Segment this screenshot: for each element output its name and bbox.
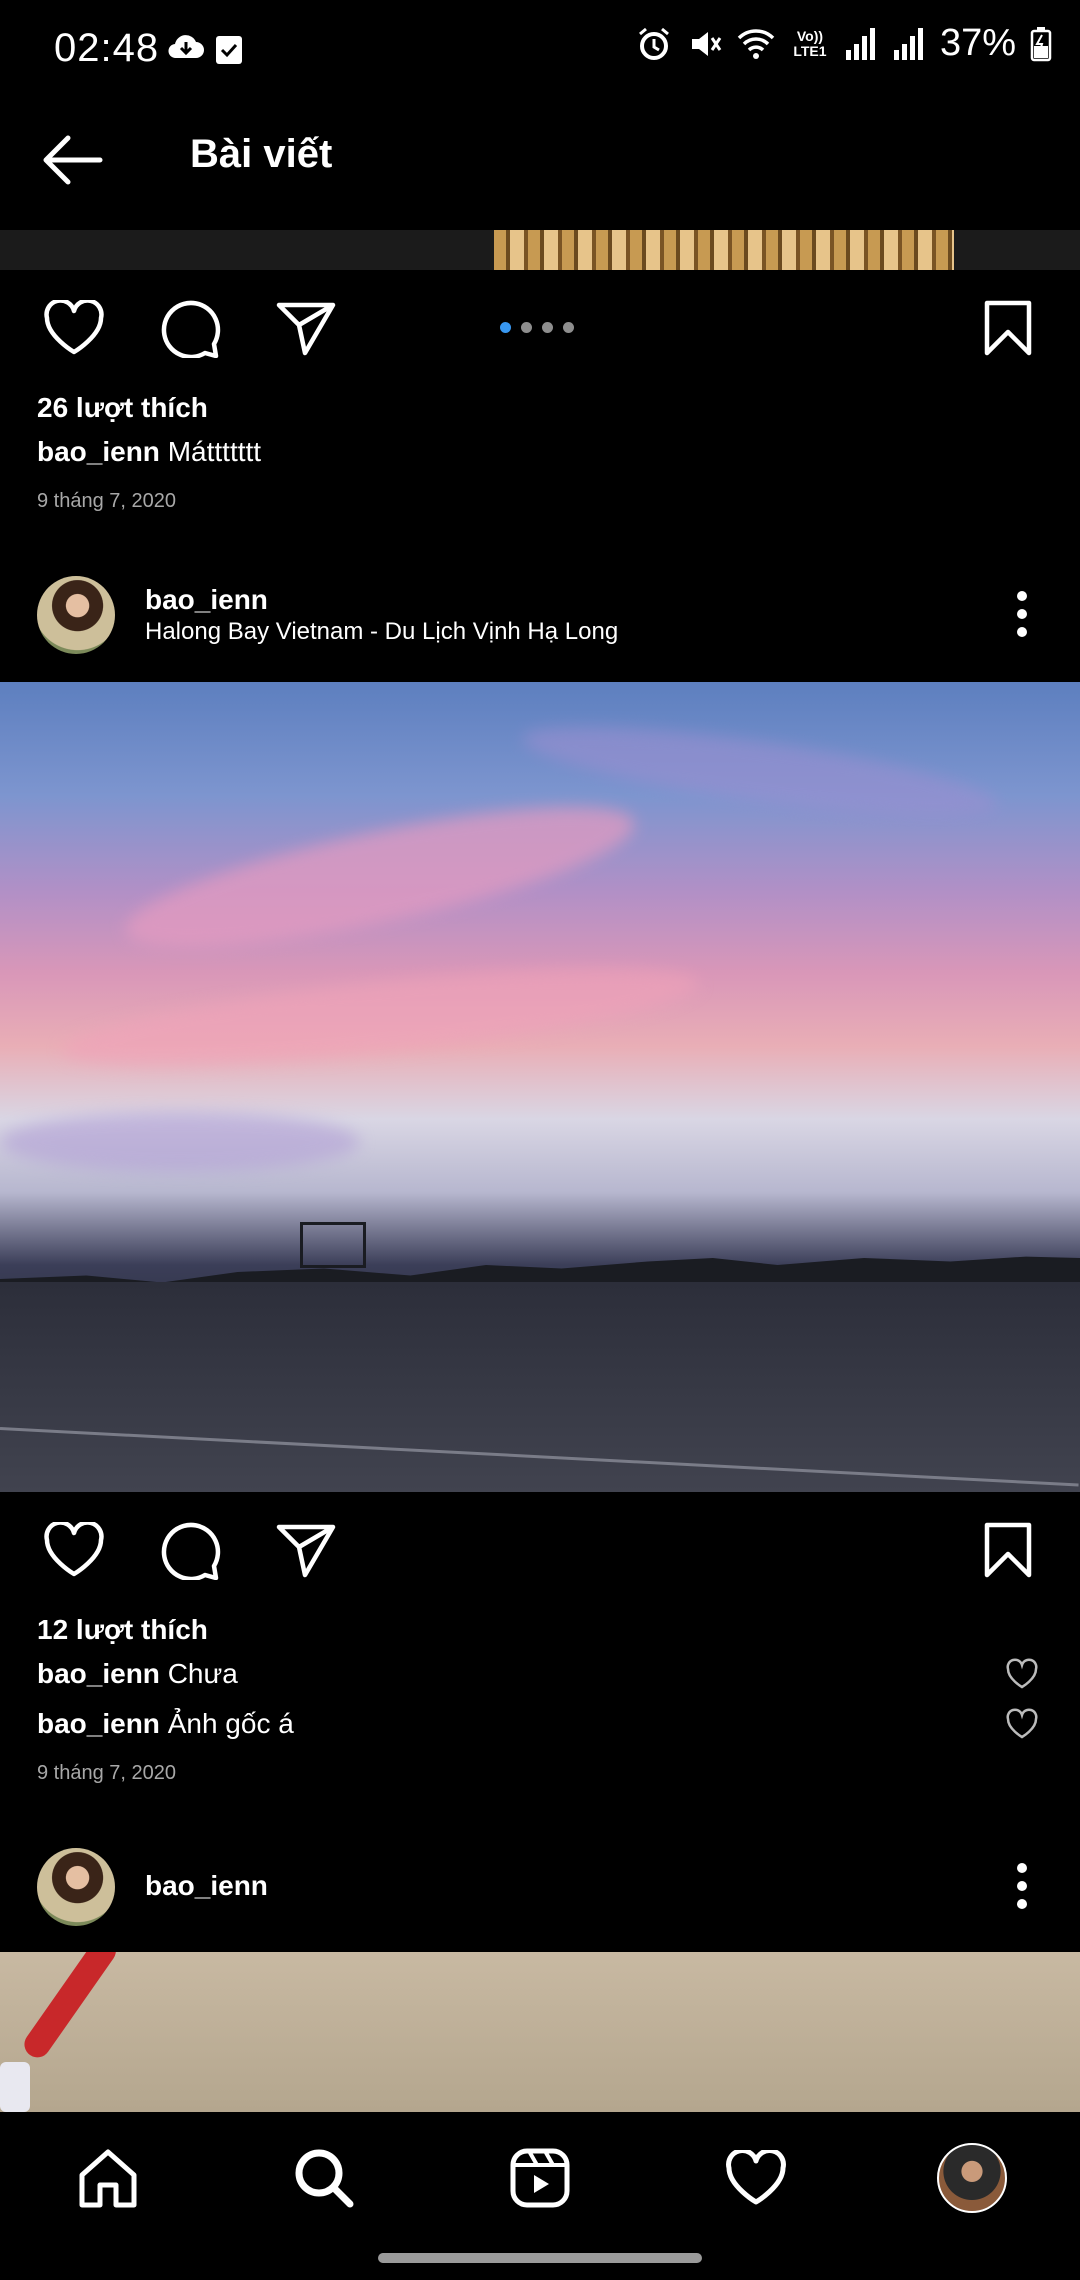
back-arrow-icon[interactable]	[40, 134, 104, 186]
mute-icon	[691, 31, 722, 56]
battery-percent: 37%	[939, 22, 1016, 64]
post-photo-sunset[interactable]	[0, 682, 1080, 1492]
like-count[interactable]: 12 lượt thích	[37, 1614, 208, 1646]
carousel-dot	[542, 322, 553, 333]
comment-username[interactable]: bao_ienn	[37, 1708, 160, 1739]
comment-text: Chưa	[167, 1658, 238, 1689]
post-photo-partial[interactable]	[0, 1952, 1080, 2112]
comment-like-heart-icon[interactable]	[1005, 1658, 1039, 1692]
heart-icon[interactable]	[716, 2138, 796, 2218]
profile-avatar[interactable]	[937, 2143, 1007, 2213]
battery-icon	[1030, 26, 1052, 61]
photo-cloud	[116, 778, 644, 976]
more-options-icon[interactable]	[1002, 584, 1042, 644]
profile-tab[interactable]	[932, 2138, 1012, 2218]
like-heart-icon[interactable]	[42, 1518, 106, 1582]
avatar[interactable]	[37, 576, 115, 654]
post-date: 9 tháng 7, 2020	[37, 1762, 177, 1784]
carousel-dot	[521, 322, 532, 333]
save-bookmark-icon[interactable]	[976, 1518, 1040, 1582]
carousel-indicator	[500, 322, 574, 333]
post-username[interactable]: bao_ienn	[145, 1870, 268, 1902]
signal-icon	[893, 27, 923, 60]
carousel-dot	[563, 322, 574, 333]
status-time: 02:48	[54, 26, 160, 70]
post-location[interactable]: Halong Bay Vietnam - Du Lịch Vịnh Hạ Lon…	[145, 618, 618, 646]
photo-red-pen	[19, 1952, 121, 2063]
post-caption: bao_ienn Máttttttt	[37, 436, 261, 468]
carousel-dot-active	[500, 322, 511, 333]
comment-row: bao_ienn Ảnh gốc á	[37, 1708, 294, 1740]
check-square-icon	[214, 32, 244, 71]
caption-username[interactable]: bao_ienn	[37, 436, 160, 467]
page-title: Bài viết	[190, 132, 333, 176]
home-icon[interactable]	[68, 2138, 148, 2218]
like-count[interactable]: 26 lượt thích	[37, 392, 208, 424]
photo-road	[0, 1282, 1080, 1492]
photo-object	[0, 2062, 30, 2112]
status-icons: Vo)) LTE1 37%	[636, 22, 1052, 65]
comment-icon[interactable]	[158, 296, 222, 360]
photo-cloud	[0, 1112, 360, 1172]
signal-icon	[845, 27, 875, 60]
more-options-icon[interactable]	[1002, 1856, 1042, 1916]
caption-text: Máttttttt	[167, 436, 262, 467]
comment-icon[interactable]	[158, 1518, 222, 1582]
status-bar: 02:48 Vo)) LTE1 37%	[0, 0, 1080, 104]
comment-text: Ảnh gốc á	[167, 1708, 294, 1739]
top-app-bar	[0, 104, 1080, 212]
post-date: 9 tháng 7, 2020	[37, 490, 177, 512]
volte-icon: Vo)) LTE1	[793, 27, 827, 59]
comment-username[interactable]: bao_ienn	[37, 1658, 160, 1689]
post-image-partial-content	[494, 230, 954, 270]
photo-billboard	[300, 1222, 366, 1268]
save-bookmark-icon[interactable]	[976, 296, 1040, 360]
reels-icon[interactable]	[500, 2138, 580, 2218]
post-username[interactable]: bao_ienn	[145, 584, 268, 616]
share-send-icon[interactable]	[274, 296, 338, 360]
wifi-icon	[737, 28, 775, 59]
photo-cloud	[58, 948, 702, 1086]
comment-like-heart-icon[interactable]	[1005, 1708, 1039, 1742]
like-heart-icon[interactable]	[42, 296, 106, 360]
avatar[interactable]	[37, 1848, 115, 1926]
comment-row: bao_ienn Chưa	[37, 1658, 238, 1690]
cloud-icon	[166, 30, 206, 69]
gesture-home-indicator[interactable]	[378, 2253, 702, 2263]
alarm-icon	[638, 27, 669, 60]
share-send-icon[interactable]	[274, 1518, 338, 1582]
search-icon[interactable]	[284, 2138, 364, 2218]
